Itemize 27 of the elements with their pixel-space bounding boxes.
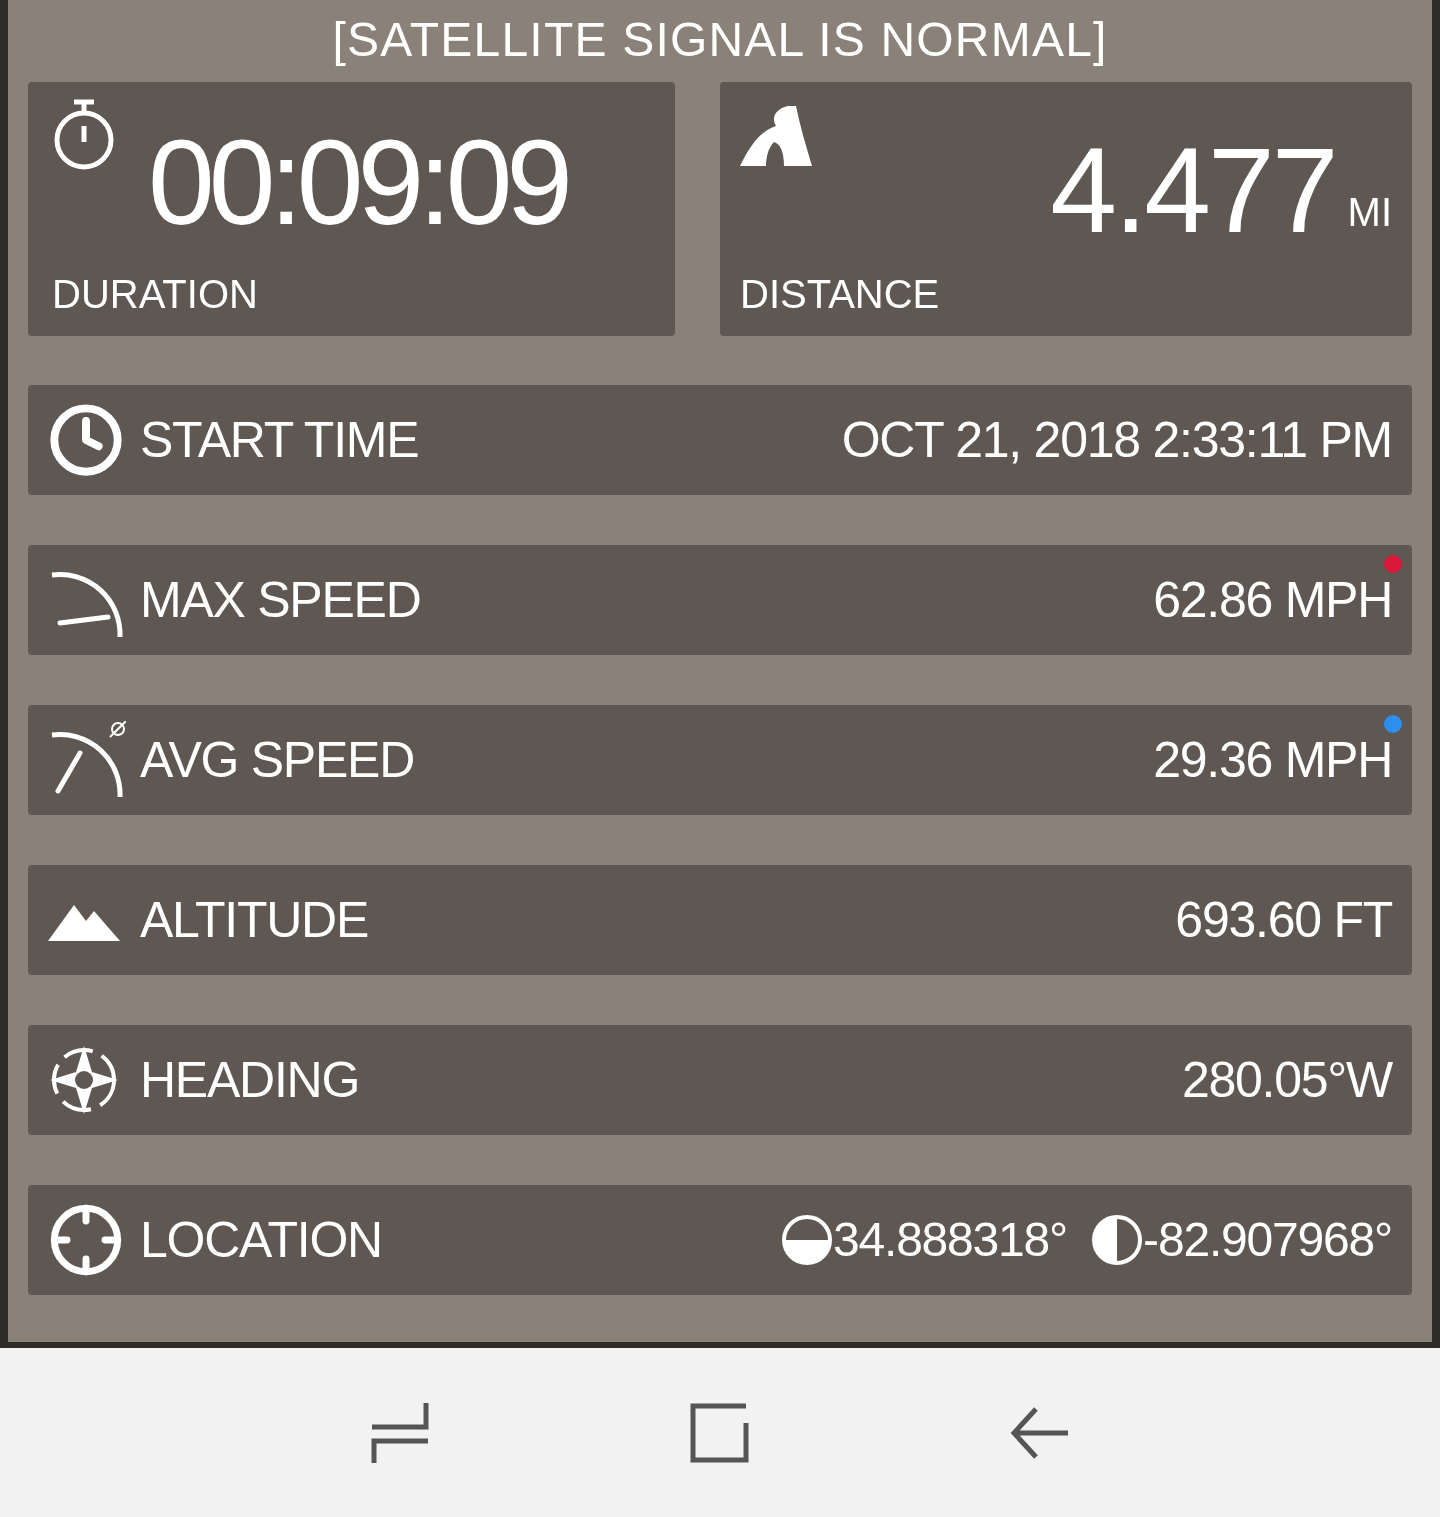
stat-label: AVG SPEED	[140, 730, 415, 790]
home-icon[interactable]	[690, 1402, 750, 1463]
clock-icon	[48, 402, 124, 478]
duration-label: DURATION	[52, 271, 259, 318]
duration-value: 00:09:09	[148, 122, 568, 242]
longitude-icon	[1091, 1214, 1144, 1266]
stopwatch-icon	[52, 98, 116, 172]
stat-value: OCT 21, 2018 2:33:11 PM	[841, 410, 1392, 470]
stat-value: 29.36 MPH	[1153, 730, 1392, 790]
stat-label: LOCATION	[140, 1210, 382, 1270]
crosshair-icon	[48, 1202, 124, 1278]
distance-unit: MI	[1347, 189, 1392, 236]
stat-label: START TIME	[140, 410, 419, 470]
stat-label: MAX SPEED	[140, 570, 421, 630]
stat-value: 280.05°W	[1181, 1050, 1392, 1110]
stat-value: -82.907968°	[1143, 1212, 1392, 1268]
latitude-icon	[781, 1214, 833, 1266]
stat-label: HEADING	[140, 1050, 360, 1110]
stat-value: 693.60 FT	[1175, 890, 1392, 950]
distance-label: DISTANCE	[740, 271, 941, 318]
distance-value: 4.477	[1050, 130, 1336, 250]
stat-value: 62.86 MPH	[1153, 570, 1392, 630]
recent-apps-icon[interactable]	[370, 1400, 430, 1465]
stat-value: 34.888318°	[833, 1212, 1068, 1268]
status-text: [SATELLITE SIGNAL IS NORMAL]	[331, 12, 1109, 68]
stat-label: ALTITUDE	[140, 890, 368, 950]
road-icon	[740, 106, 812, 166]
